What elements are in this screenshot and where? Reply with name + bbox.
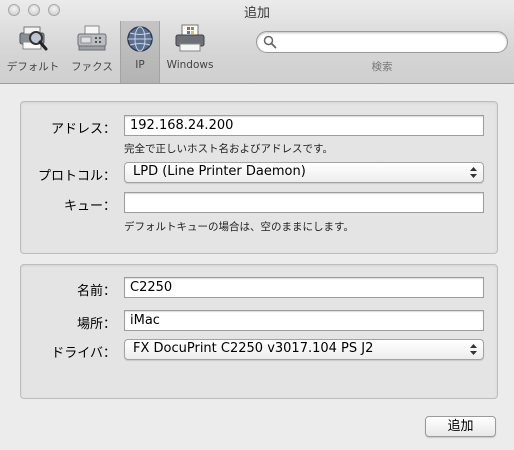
driver-select[interactable]: FX DocuPrint C2250 v3017.104 PS J2 [124,339,484,360]
search-field[interactable] [256,31,508,53]
up-down-arrows-icon [470,344,477,355]
driver-label: ドライバ： [51,346,116,361]
toolbar-fax-button[interactable]: ファクス [68,22,116,80]
up-down-arrows-icon [470,167,477,178]
toolbar-windows-label: Windows [166,59,214,71]
fax-icon [77,25,107,51]
window-title: 追加 [243,6,270,21]
globe-icon [127,26,153,52]
toolbar-fax-label: ファクス [71,61,113,73]
queue-label: キュー： [63,199,116,214]
protocol-label: プロトコル： [37,169,116,184]
search-label: 検索 [371,61,393,73]
toolbar-default-button[interactable]: デフォルト [2,22,64,80]
queue-field[interactable] [124,192,484,213]
name-label: 名前： [76,284,116,299]
window-titlebar: 追加 デフォルト ファクス IP Windows 検索 [0,0,514,84]
protocol-value: LPD (Line Printer Daemon) [133,164,306,179]
add-button[interactable]: 追加 [425,416,496,437]
toolbar-ip-button[interactable]: IP [120,21,160,83]
address-label: アドレス： [50,122,116,137]
protocol-select[interactable]: LPD (Line Printer Daemon) [124,162,484,183]
windows-printer-icon [175,24,205,52]
search-input[interactable] [279,33,503,53]
toolbar-default-label: デフォルト [6,61,60,73]
queue-hint: デフォルトキューの場合は、空のままにします。 [124,221,354,233]
default-printer-search-icon [19,26,48,51]
search-icon [263,35,277,49]
driver-value: FX DocuPrint C2250 v3017.104 PS J2 [133,341,374,356]
address-field[interactable] [124,115,484,136]
location-label: 場所： [76,317,116,332]
location-field[interactable] [124,310,484,331]
name-field[interactable] [124,277,484,298]
toolbar-ip-label: IP [135,59,145,71]
address-hint: 完全で正しいホスト名およびアドレスです。 [124,143,333,155]
toolbar-windows-button[interactable]: Windows [162,22,218,80]
